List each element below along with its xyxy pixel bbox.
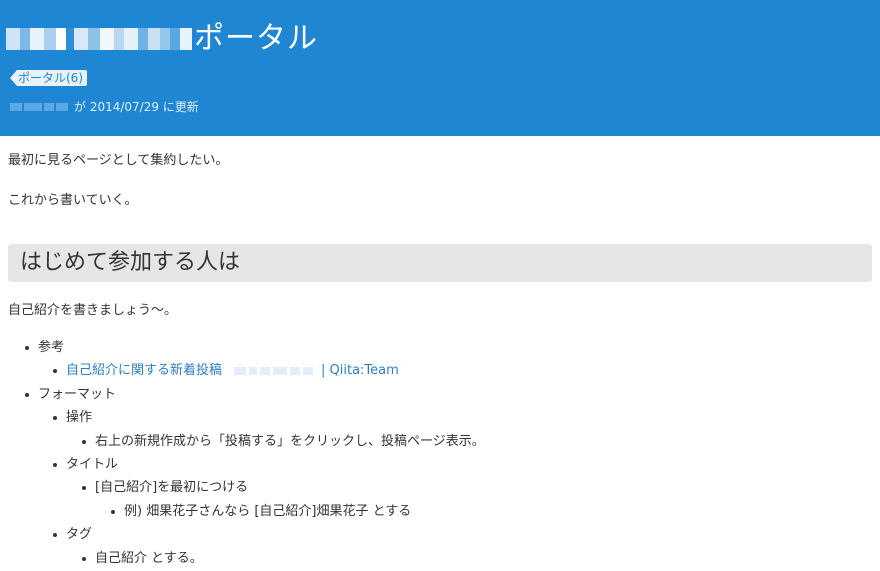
tag-label[interactable]: ポータル(6)	[17, 70, 87, 86]
list-item-label: 右上の新規作成から「投稿する」をクリックし、投稿ページ表示。	[95, 433, 485, 449]
list-item: 自己紹介 とする。	[8, 547, 485, 570]
list-item: 自己紹介に関する新着投稿 | Qiita:Team	[8, 359, 485, 382]
list-item-label: 参考	[38, 340, 65, 355]
info-list: 参考 自己紹介に関する新着投稿 | Qiita:Team フォーマット 操作 右上…	[8, 336, 485, 570]
update-meta: が 2014/07/29 に更新	[10, 98, 199, 115]
section-heading-text: はじめて参加する人は	[20, 250, 241, 275]
list-item: [自己紹介]を最初につける	[8, 476, 485, 499]
list-item-label: タグ	[66, 527, 93, 543]
section-paragraph: 自己紹介を書きましょう〜。	[8, 303, 178, 318]
intro-paragraph-1: 最初に見るページとして集約したい。	[8, 153, 229, 168]
list-item-label: 例) 畑果花子さんなら [自己紹介]畑果花子 とする	[124, 503, 412, 519]
list-item: タイトル	[8, 453, 485, 476]
redacted-author	[10, 102, 68, 111]
list-item: 例) 畑果花子さんなら [自己紹介]畑果花子 とする	[8, 500, 485, 523]
update-text: が 2014/07/29 に更新	[74, 100, 199, 114]
redacted-link-part	[234, 366, 314, 375]
intro-paragraph-2: これから書いていく。	[8, 193, 138, 208]
list-item: 参考	[8, 336, 485, 359]
list-item: タグ	[8, 523, 485, 546]
tag-arrow-icon	[10, 70, 17, 86]
list-item: フォーマット	[8, 383, 485, 406]
title-row: ポータル	[6, 18, 318, 60]
qiita-team-link[interactable]: | Qiita:Team	[321, 363, 399, 378]
page-header: ポータル ポータル(6) が 2014/07/29 に更新	[0, 0, 880, 136]
section-heading: はじめて参加する人は	[8, 244, 872, 282]
list-item-label: 自己紹介 とする。	[95, 550, 203, 566]
list-item-label: 操作	[66, 410, 93, 426]
portal-tag[interactable]: ポータル(6)	[10, 70, 87, 86]
list-item: 操作	[8, 406, 485, 429]
list-item-label: [自己紹介]を最初につける	[95, 480, 249, 496]
self-intro-posts-link[interactable]: 自己紹介に関する新着投稿	[66, 363, 222, 378]
list-item-label: フォーマット	[38, 386, 117, 402]
redacted-team-name	[6, 28, 192, 50]
list-item: 右上の新規作成から「投稿する」をクリックし、投稿ページ表示。	[8, 430, 485, 453]
list-item-label: タイトル	[66, 457, 119, 473]
page-title: ポータル	[194, 21, 318, 56]
